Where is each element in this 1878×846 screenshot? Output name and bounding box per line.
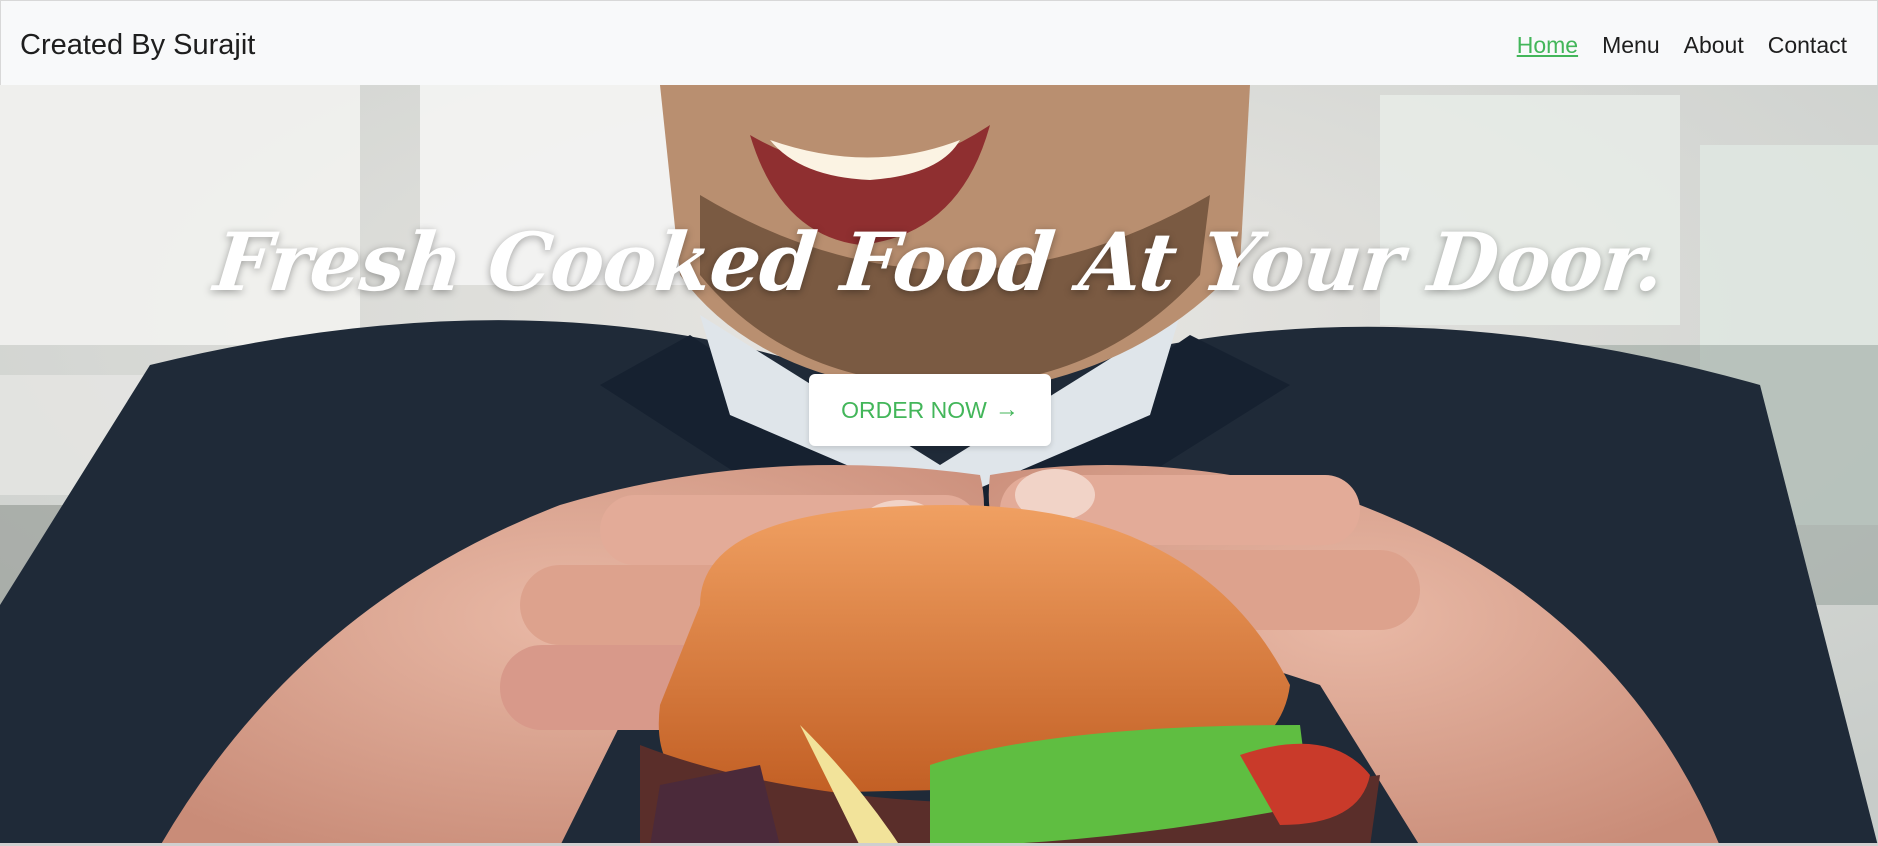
order-now-label: ORDER NOW — [841, 396, 987, 423]
hero-background-image — [0, 85, 1878, 846]
nav-link-contact[interactable]: Contact — [1768, 30, 1847, 60]
hero-title: Fresh Cooked Food At Your Door. — [210, 215, 1668, 309]
nav-link-about[interactable]: About — [1684, 30, 1744, 60]
arrow-right-icon: → — [994, 396, 1019, 423]
order-now-button[interactable]: ORDER NOW → — [809, 374, 1051, 446]
hero-section: Fresh Cooked Food At Your Door. ORDER NO… — [0, 85, 1878, 846]
nav-link-home[interactable]: Home — [1517, 30, 1578, 60]
nav-links: Home Menu About Contact — [1493, 30, 1847, 60]
brand-link[interactable]: Created By Surajit — [20, 28, 255, 62]
nav-link-menu[interactable]: Menu — [1602, 30, 1660, 60]
navbar: Created By Surajit Home Menu About Conta… — [0, 0, 1878, 85]
